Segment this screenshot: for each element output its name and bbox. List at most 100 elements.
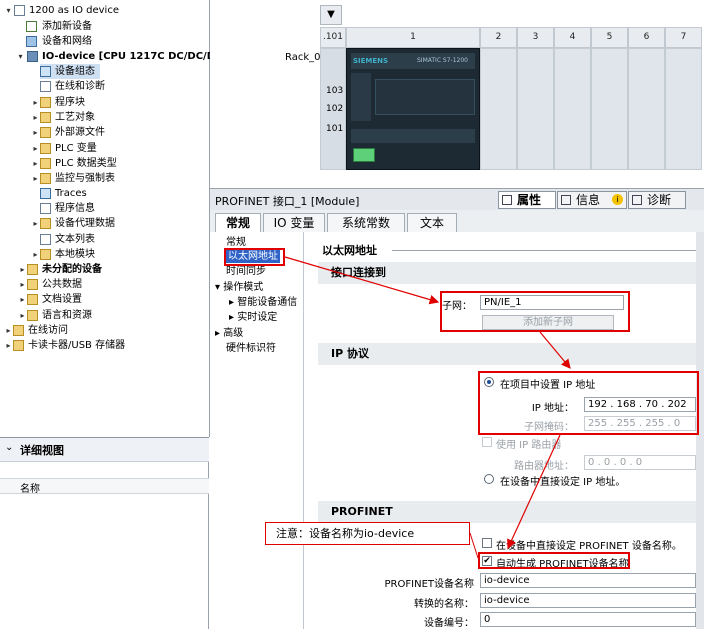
plc-cpu-module[interactable]: SIEMENS SIMATIC S7-1200 [346, 48, 480, 170]
device-number-input[interactable]: 0 [480, 612, 696, 627]
ip-direct-label: 在设备中直接设定 IP 地址。 [500, 477, 626, 488]
expand-icon[interactable]: ▸ [18, 292, 27, 307]
nav-idevice-comm[interactable]: ▸ 智能设备通信 [229, 296, 297, 309]
properties-title: PROFINET 接口_1 [Module] [215, 195, 360, 208]
diagnostics-icon [40, 81, 51, 92]
section-interface: 接口连接到 [318, 262, 696, 284]
nav-time-sync[interactable]: 时间同步 [226, 265, 266, 278]
nav-advanced[interactable]: ▸ 高级 [215, 327, 243, 340]
expand-icon[interactable]: ▸ [31, 216, 40, 231]
nav-operating-mode[interactable]: ▾ 操作模式 [215, 281, 263, 294]
folder-icon [13, 325, 24, 336]
rack-slot-6[interactable] [628, 48, 665, 170]
subnet-select[interactable]: PN/IE_1 [480, 295, 624, 310]
expand-icon[interactable]: ▸ [4, 323, 13, 338]
nav-general[interactable]: 常规 [226, 236, 246, 249]
rack-slot-5[interactable] [591, 48, 628, 170]
tab-system-constants[interactable]: 系统常数 [327, 213, 405, 232]
nav-ethernet-address[interactable]: 以太网地址 [226, 250, 280, 263]
profinet-port-icon[interactable] [353, 148, 375, 162]
nav-realtime[interactable]: ▸ 实时设定 [229, 311, 277, 324]
slot-header: 1 [346, 27, 480, 48]
expand-icon[interactable]: ▸ [4, 338, 13, 353]
tree-item-device-config[interactable]: 设备组态 [40, 64, 100, 79]
tab-properties-label: 属性 [517, 193, 542, 207]
folder-icon [27, 310, 38, 321]
slot-header: 2 [480, 27, 517, 48]
tab-properties[interactable]: 属性 [498, 191, 556, 209]
router-address-input[interactable]: 0 . 0 . 0 . 0 [584, 455, 696, 470]
converted-name-input[interactable]: io-device [480, 593, 696, 608]
expand-icon[interactable]: ▸ [31, 156, 40, 171]
collapse-icon[interactable]: ▾ [215, 282, 223, 293]
collapse-rack-button[interactable]: ▼ [320, 5, 342, 25]
radio-ip-direct[interactable] [484, 474, 494, 484]
scrollbar[interactable] [696, 232, 704, 629]
subnet-mask-input[interactable]: 255 . 255 . 255 . 0 [584, 416, 696, 431]
expand-icon[interactable]: ▸ [18, 308, 27, 323]
ip-octet: 192 [588, 399, 608, 410]
expand-icon[interactable]: ▸ [229, 312, 237, 323]
pn-auto-checkbox[interactable]: ✔ [482, 556, 492, 566]
expand-icon[interactable]: ▸ [31, 171, 40, 186]
ip-address-label: IP 地址： [531, 403, 574, 414]
rack-label: Rack_0 [285, 52, 321, 63]
column-name-label: 名称 [20, 484, 40, 495]
radio-ip-in-project[interactable] [484, 377, 494, 387]
device-config-icon [40, 66, 51, 77]
annotation-note: 注意：设备名称为io-device [265, 522, 470, 545]
tab-diagnostics-label: 诊断 [647, 193, 672, 207]
rack-slot-2[interactable] [480, 48, 517, 170]
nav-operating-mode-label: 操作模式 [223, 282, 264, 293]
rack-slot-3[interactable] [517, 48, 554, 170]
detail-view-header[interactable]: ⌄ 详细视图 [0, 437, 209, 462]
ip-address-input[interactable]: 192 . 168 . 70 . 202 [584, 397, 696, 412]
network-icon [26, 36, 37, 47]
row-label: 101 [326, 124, 344, 134]
tab-io-tags[interactable]: IO 变量 [263, 213, 325, 232]
slot-header: 4 [554, 27, 591, 48]
tab-diagnostics[interactable]: 诊断 [628, 191, 686, 209]
expand-icon[interactable]: ▸ [31, 95, 40, 110]
folder-icon [13, 340, 24, 351]
pn-name-label: PROFINET设备名称 [384, 579, 474, 590]
expand-icon[interactable]: ▸ [31, 247, 40, 262]
detail-column-header[interactable]: 名称 [0, 478, 209, 495]
folder-icon [27, 279, 38, 290]
expand-icon[interactable]: ▸ [31, 110, 40, 125]
slot-header: .101 [320, 27, 346, 48]
plc-brand: SIEMENS [353, 57, 389, 65]
ip-octet: 202 [667, 399, 687, 410]
use-router-label: 使用 IP 路由器 [496, 440, 562, 451]
collapse-icon[interactable]: ⌄ [5, 442, 13, 453]
collapse-icon[interactable]: ▾ [16, 49, 25, 64]
pn-direct-checkbox[interactable] [482, 538, 492, 548]
project-icon [14, 5, 25, 16]
collapse-icon[interactable]: ▾ [4, 3, 13, 18]
expand-icon[interactable]: ▸ [31, 125, 40, 140]
expand-icon[interactable]: ▸ [229, 297, 237, 308]
folder-icon [40, 158, 51, 169]
expand-icon[interactable]: ▸ [18, 277, 27, 292]
rack-slot-4[interactable] [554, 48, 591, 170]
tab-general[interactable]: 常规 [215, 213, 261, 233]
slot-header: 5 [591, 27, 628, 48]
rack-slot-7[interactable] [665, 48, 702, 170]
ip-octet: 70 [645, 399, 659, 410]
folder-icon [40, 97, 51, 108]
plc-icon [27, 51, 38, 62]
pn-name-input[interactable]: io-device [480, 573, 696, 588]
folder-icon [40, 173, 51, 184]
folder-icon [40, 127, 51, 138]
subnet-label: 子网： [442, 301, 472, 312]
expand-icon[interactable]: ▸ [31, 141, 40, 156]
add-subnet-button[interactable]: 添加新子网 [482, 315, 614, 330]
expand-icon[interactable]: ▸ [18, 262, 27, 277]
nav-hardware-id[interactable]: 硬件标识符 [226, 342, 276, 355]
tab-texts[interactable]: 文本 [407, 213, 457, 232]
nav-realtime-label: 实时设定 [237, 312, 278, 323]
expand-icon[interactable]: ▸ [215, 328, 223, 339]
tab-info[interactable]: 信息 i [557, 191, 627, 209]
plc-bottom-terminals [351, 129, 475, 143]
use-router-checkbox[interactable] [482, 437, 492, 447]
